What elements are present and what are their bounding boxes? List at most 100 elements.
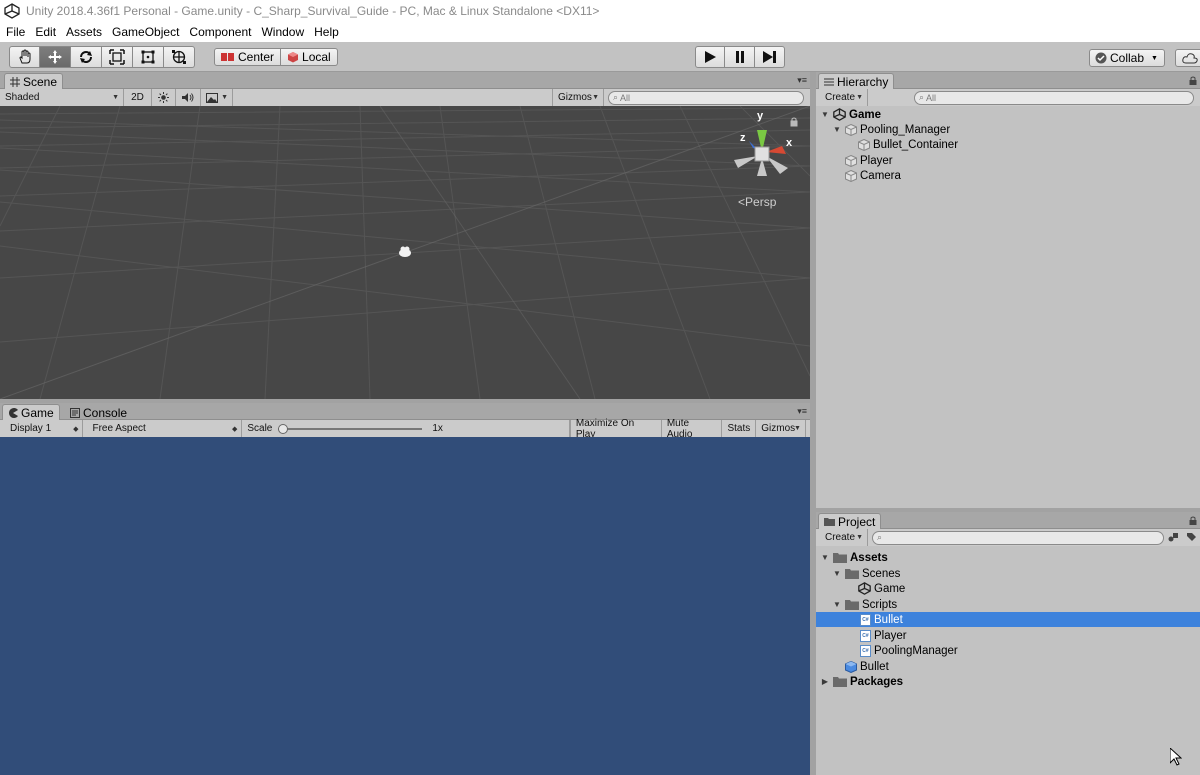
scene-toolbar: Shaded ▼ 2D ▼ Gizmos ▼ ⌕ All xyxy=(0,88,810,107)
unity-scene-icon xyxy=(858,582,871,595)
project-item-game-scene[interactable]: Game xyxy=(858,581,905,596)
expand-triangle-icon[interactable]: ▶ xyxy=(820,677,830,686)
project-folder-assets[interactable]: ▼ Assets xyxy=(820,550,888,565)
tab-scene[interactable]: Scene xyxy=(4,73,64,89)
play-button[interactable] xyxy=(695,46,725,68)
scene-audio-toggle[interactable] xyxy=(176,88,201,107)
hierarchy-item-player[interactable]: Player xyxy=(845,153,893,168)
hand-tool-button[interactable] xyxy=(9,46,40,68)
tab-console[interactable]: Console xyxy=(64,404,133,420)
mute-audio-toggle[interactable]: Mute Audio xyxy=(662,418,723,440)
search-icon: ⌕ xyxy=(919,92,925,102)
maximize-on-play-toggle[interactable]: Maximize On Play xyxy=(569,418,662,440)
menu-gameobject[interactable]: GameObject xyxy=(107,25,184,39)
project-folder-scripts[interactable]: ▼ Scripts xyxy=(832,597,897,612)
tab-hierarchy[interactable]: Hierarchy xyxy=(818,73,895,89)
persp-text: Persp xyxy=(745,195,777,209)
scene-search-input[interactable]: ⌕ All xyxy=(608,90,804,105)
expand-triangle-icon[interactable]: ▼ xyxy=(832,569,842,578)
project-item-bullet-prefab[interactable]: Bullet xyxy=(845,659,889,674)
hierarchy-item-camera[interactable]: Camera xyxy=(845,168,901,183)
menu-edit[interactable]: Edit xyxy=(30,25,61,39)
hierarchy-scene-name: Game xyxy=(849,108,881,121)
rotate-tool-button[interactable] xyxy=(71,46,102,68)
rect-tool-button[interactable] xyxy=(133,46,164,68)
expand-triangle-icon[interactable]: ▼ xyxy=(820,110,830,119)
image-icon xyxy=(206,92,218,103)
menu-file[interactable]: File xyxy=(0,25,30,39)
panel-menu-icon[interactable]: ▾≡ xyxy=(797,406,807,417)
menu-window[interactable]: Window xyxy=(256,25,309,39)
mouse-cursor-icon xyxy=(1170,748,1182,766)
scene-lighting-toggle[interactable] xyxy=(152,88,176,107)
scene-gizmos-dropdown[interactable]: Gizmos ▼ xyxy=(552,88,604,107)
project-search-wrap: ⌕ xyxy=(868,530,1164,545)
pivot-center-button[interactable]: Center xyxy=(214,48,282,66)
project-item-bullet-script[interactable]: C# Bullet xyxy=(816,612,1200,627)
filter-type-icon xyxy=(1168,533,1178,542)
expand-triangle-icon[interactable]: ▼ xyxy=(832,125,842,134)
expand-triangle-icon[interactable]: ▼ xyxy=(832,600,842,609)
hand-icon xyxy=(18,49,30,64)
hierarchy-item-label: Pooling_Manager xyxy=(860,123,951,136)
stats-toggle[interactable]: Stats xyxy=(722,419,757,438)
hierarchy-tree: ▼ Game ▼ Pooling_Manager Bullet_Containe… xyxy=(816,106,1200,508)
folder-icon xyxy=(824,518,835,526)
display-dropdown[interactable]: Display 1 ◆ xyxy=(0,419,84,438)
hierarchy-create-dropdown[interactable]: Create ▼ xyxy=(816,88,868,107)
hierarchy-item-pooling-manager[interactable]: ▼ Pooling_Manager xyxy=(832,122,950,137)
aspect-dropdown[interactable]: Free Aspect ◆ xyxy=(83,419,243,438)
panel-menu-icon[interactable]: ▾≡ xyxy=(797,75,807,86)
game-viewport[interactable] xyxy=(0,437,810,775)
filter-by-label-button[interactable] xyxy=(1182,532,1200,543)
expand-triangle-icon[interactable]: ▼ xyxy=(820,553,830,562)
lock-icon[interactable] xyxy=(1189,516,1197,527)
tab-console-label: Console xyxy=(83,405,128,420)
transform-tool-button[interactable] xyxy=(164,46,195,68)
scale-slider-thumb[interactable] xyxy=(278,423,289,434)
project-create-dropdown[interactable]: Create ▼ xyxy=(816,528,868,547)
projection-mode-label[interactable]: <Persp xyxy=(738,195,776,209)
combined-transform-icon xyxy=(172,50,186,64)
project-folder-scenes[interactable]: ▼ Scenes xyxy=(832,566,900,581)
hierarchy-item-bullet-container[interactable]: Bullet_Container xyxy=(858,137,958,152)
tab-game[interactable]: Game xyxy=(2,404,60,420)
scene-viewport[interactable]: y x z <Persp xyxy=(0,106,810,399)
scale-tool-button[interactable] xyxy=(102,46,133,68)
hierarchy-scene-row[interactable]: ▼ Game xyxy=(820,107,881,122)
folder-icon xyxy=(833,553,847,563)
scale-slider[interactable] xyxy=(278,423,423,434)
move-tool-button[interactable] xyxy=(40,46,71,68)
lock-icon[interactable] xyxy=(1189,76,1197,87)
pause-button[interactable] xyxy=(725,46,755,68)
dropdown-arrow-icon: ▼ xyxy=(794,425,801,432)
project-toolbar: Create ▼ ⌕ xyxy=(816,528,1200,547)
project-item-player-script[interactable]: C# Player xyxy=(860,628,907,643)
scene-effects-dropdown[interactable]: ▼ xyxy=(201,88,233,107)
prefab-cube-icon xyxy=(845,660,857,673)
speaker-icon xyxy=(182,93,194,102)
lock-icon[interactable] xyxy=(790,117,798,127)
search-icon: ⌕ xyxy=(613,92,619,102)
filter-by-type-button[interactable] xyxy=(1164,532,1182,543)
game-gizmos-dropdown[interactable]: Gizmos ▼ xyxy=(756,419,806,438)
step-button[interactable] xyxy=(755,46,785,68)
project-folder-packages[interactable]: ▶ Packages xyxy=(820,674,903,689)
project-folder-label: Scenes xyxy=(862,567,901,580)
collab-button[interactable]: Collab ▼ xyxy=(1089,49,1165,67)
pivot-local-button[interactable]: Local xyxy=(281,48,338,66)
camera-gizmo-icon[interactable] xyxy=(399,246,411,258)
shading-mode-dropdown[interactable]: Shaded ▼ xyxy=(0,88,124,107)
project-item-poolingmanager-script[interactable]: C# PoolingManager xyxy=(860,643,958,658)
menu-help[interactable]: Help xyxy=(309,25,344,39)
menu-component[interactable]: Component xyxy=(184,25,256,39)
mode-2d-toggle[interactable]: 2D xyxy=(124,88,152,107)
project-search-input[interactable]: ⌕ xyxy=(872,530,1164,545)
hierarchy-search-wrap: ⌕ All xyxy=(868,90,1194,105)
tab-project[interactable]: Project xyxy=(818,513,882,529)
menu-assets[interactable]: Assets xyxy=(61,25,107,39)
cloud-button[interactable] xyxy=(1175,49,1200,67)
project-tree: ▼ Assets ▼ Scenes Game ▼ Scripts C# Bull… xyxy=(816,546,1200,775)
hierarchy-search-input[interactable]: ⌕ All xyxy=(914,90,1194,105)
transform-tools xyxy=(9,46,195,68)
